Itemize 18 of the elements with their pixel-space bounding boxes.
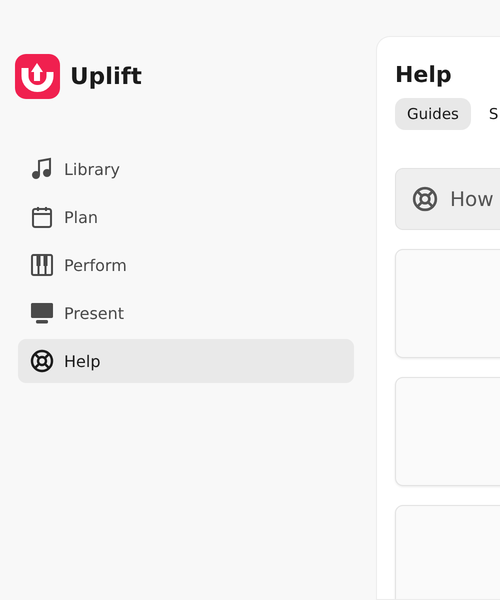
sidebar-item[interactable]: Help (18, 339, 354, 383)
app-name: Uplift (70, 64, 142, 90)
lifebuoy-icon (412, 186, 438, 212)
help-banner[interactable]: How (395, 168, 500, 230)
lifebuoy-icon (30, 349, 54, 373)
monitor-icon (30, 301, 54, 325)
calendar-icon (30, 205, 54, 229)
sidebar-item[interactable]: Present (18, 291, 354, 335)
sidebar-item[interactable]: Perform (18, 243, 354, 287)
page-title: Help (395, 63, 453, 88)
piano-keys-icon (30, 253, 54, 277)
sidebar-item[interactable]: Plan (18, 195, 354, 239)
banner-text: How (450, 187, 494, 211)
tab[interactable]: S (476, 98, 500, 130)
sidebar-item[interactable]: Library (18, 147, 354, 191)
music-note-icon (30, 157, 54, 181)
tab[interactable]: Guides (395, 98, 471, 130)
logo-icon (15, 54, 60, 99)
